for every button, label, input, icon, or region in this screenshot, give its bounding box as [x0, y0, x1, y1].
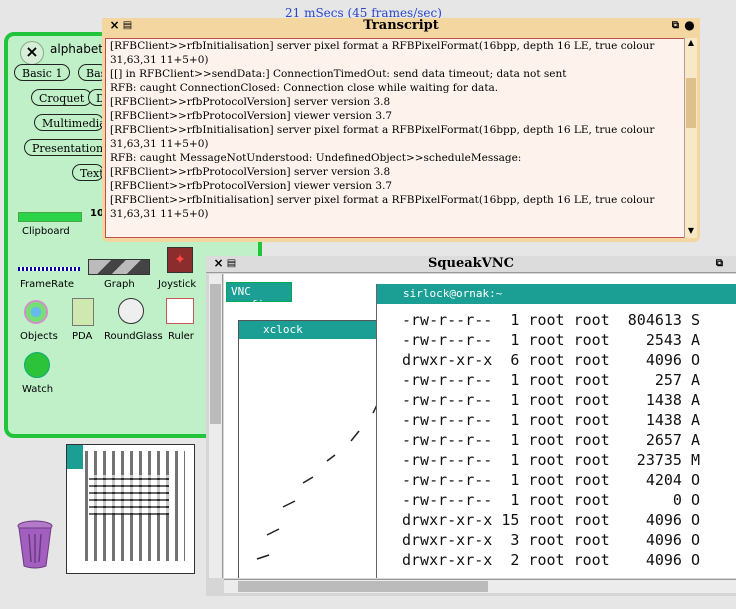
terminal-titlebar[interactable]: sirlock@ornak:~ — [377, 284, 736, 304]
table-row: -rw-r--r-- 1 root root 23735 M — [402, 451, 701, 469]
tab-croquet[interactable]: Croquet — [31, 89, 93, 106]
table-row: -rw-r--r-- 1 root root 2657 A — [402, 431, 701, 449]
transcript-line: RFB: caught ConnectionClosed: Connection… — [110, 82, 499, 94]
tool-clipboard[interactable]: Clipboard — [22, 226, 70, 237]
scrollbar-thumb[interactable] — [210, 284, 221, 424]
scroll-down-icon[interactable]: ▼ — [685, 226, 697, 238]
tool-graph[interactable]: Graph — [104, 279, 135, 290]
tool-framerate[interactable]: FrameRate — [20, 279, 74, 290]
vnc-title: SqueakVNC — [428, 256, 514, 271]
transcript-line: [RFBClient>>rfbInitialisation] server pi… — [110, 40, 655, 52]
tool-watch[interactable]: Watch — [22, 384, 53, 395]
objects-icon — [24, 300, 48, 324]
table-row: drwxr-xr-x 3 root root 4096 O — [402, 531, 701, 549]
tool-ruler[interactable]: Ruler — [168, 331, 194, 342]
transcript-line: [[] in RFBClient>>sendData:] ConnectionT… — [110, 68, 567, 80]
table-row: -rw-r--r-- 1 root root 1438 A — [402, 391, 701, 409]
table-row: -rw-r--r-- 1 root root 2543 A — [402, 331, 701, 349]
tool-objects[interactable]: Objects — [20, 331, 58, 342]
transcript-window[interactable]: × ▤ Transcript ⧉ ● [RFBClient>>rfbInitia… — [102, 18, 700, 242]
scrollbar-thumb[interactable] — [238, 581, 488, 592]
vnc-titlebar[interactable]: × ▤ SqueakVNC ⧉ — [206, 256, 736, 273]
transcript-line: [RFBClient>>rfbProtocolVersion] server v… — [110, 166, 391, 178]
xclock-label: xclock — [263, 323, 303, 336]
scrollbar-thumb[interactable] — [686, 78, 696, 128]
vnc-config-label: VNC config — [231, 285, 271, 311]
transcript-line: [RFBClient>>rfbInitialisation] server pi… — [110, 194, 655, 206]
transcript-line: 31,63,31 11+5+0) — [110, 54, 209, 66]
transcript-title: Transcript — [363, 18, 439, 33]
table-row: drwxr-xr-x 15 root root 4096 O — [402, 511, 701, 529]
remote-desktop-view[interactable]: VNC config xclock sirlock@ornak:~ -rw-r-… — [224, 274, 736, 578]
transcript-line: [RFBClient>>rfbProtocolVersion] viewer v… — [110, 110, 393, 122]
table-row: -rw-r--r-- 1 root root 257 A — [402, 371, 701, 389]
sketch-thumbnail[interactable] — [66, 444, 195, 574]
tab-basic-1[interactable]: Basic 1 — [14, 64, 71, 81]
trash-icon[interactable] — [16, 518, 54, 570]
transcript-scrollbar[interactable]: ▲ ▼ — [684, 38, 697, 238]
vnc-horizontal-scrollbar[interactable] — [224, 579, 736, 593]
table-row: drwxr-xr-x 6 root root 4096 O — [402, 351, 701, 369]
transcript-line: [RFBClient>>rfbInitialisation] server pi… — [110, 124, 655, 136]
tool-joystick[interactable]: Joystick — [158, 279, 196, 290]
expand-icon[interactable]: ● — [683, 19, 696, 32]
transcript-line: [RFBClient>>rfbProtocolVersion] server v… — [110, 96, 391, 108]
transcript-line: [RFBClient>>rfbProtocolVersion] viewer v… — [110, 180, 393, 192]
collapse-icon[interactable]: ⧉ — [713, 257, 726, 270]
table-row: -rw-r--r-- 1 root root 1438 A — [402, 411, 701, 429]
table-row: -rw-r--r-- 1 root root 0 O — [402, 491, 701, 509]
clipboard-icon — [18, 212, 82, 222]
ruler-icon — [166, 298, 194, 324]
pda-icon — [72, 298, 94, 326]
graph-icon — [88, 259, 150, 275]
vnc-config-window-tab[interactable]: VNC config — [226, 282, 292, 311]
transcript-titlebar[interactable]: × ▤ Transcript ⧉ ● — [102, 18, 700, 34]
terminal-title: sirlock@ornak:~ — [403, 287, 503, 300]
table-row: -rw-r--r-- 1 root root 4204 O — [402, 471, 701, 489]
tool-roundglass[interactable]: RoundGlass — [104, 331, 163, 342]
table-row: -rw-r--r-- 1 root root 804613 S — [402, 311, 701, 329]
roundglass-icon — [118, 298, 144, 324]
tool-pda[interactable]: PDA — [72, 331, 92, 342]
tab-multimedia[interactable]: Multimedia — [34, 114, 106, 131]
transcript-text-pane[interactable]: [RFBClient>>rfbInitialisation] server pi… — [105, 38, 685, 238]
tab-text[interactable]: Text — [72, 164, 104, 181]
transcript-line: 31,63,31 11+5+0) — [110, 208, 209, 220]
squeakvnc-window[interactable]: × ▤ SqueakVNC ⧉ VNC config xclock sirloc… — [206, 256, 736, 596]
table-row: drwxr-xr-x 2 root root 4096 O — [402, 551, 701, 569]
framerate-icon — [18, 267, 80, 271]
flap-title: alphabeti — [50, 42, 107, 56]
scroll-up-icon[interactable]: ▲ — [685, 38, 697, 50]
transcript-line: RFB: caught MessageNotUnderstood: Undefi… — [110, 152, 522, 164]
close-icon[interactable]: × — [20, 41, 44, 65]
transcript-line: 31,63,31 11+5+0) — [110, 138, 209, 150]
collapse-icon[interactable]: ⧉ — [669, 19, 682, 32]
joystick-icon: ✦ — [167, 247, 193, 273]
vnc-vertical-scrollbar[interactable] — [209, 274, 223, 578]
tab-presentation[interactable]: Presentation — [24, 139, 112, 156]
xclock-titlebar[interactable]: xclock — [239, 321, 399, 339]
watch-icon — [24, 352, 50, 378]
